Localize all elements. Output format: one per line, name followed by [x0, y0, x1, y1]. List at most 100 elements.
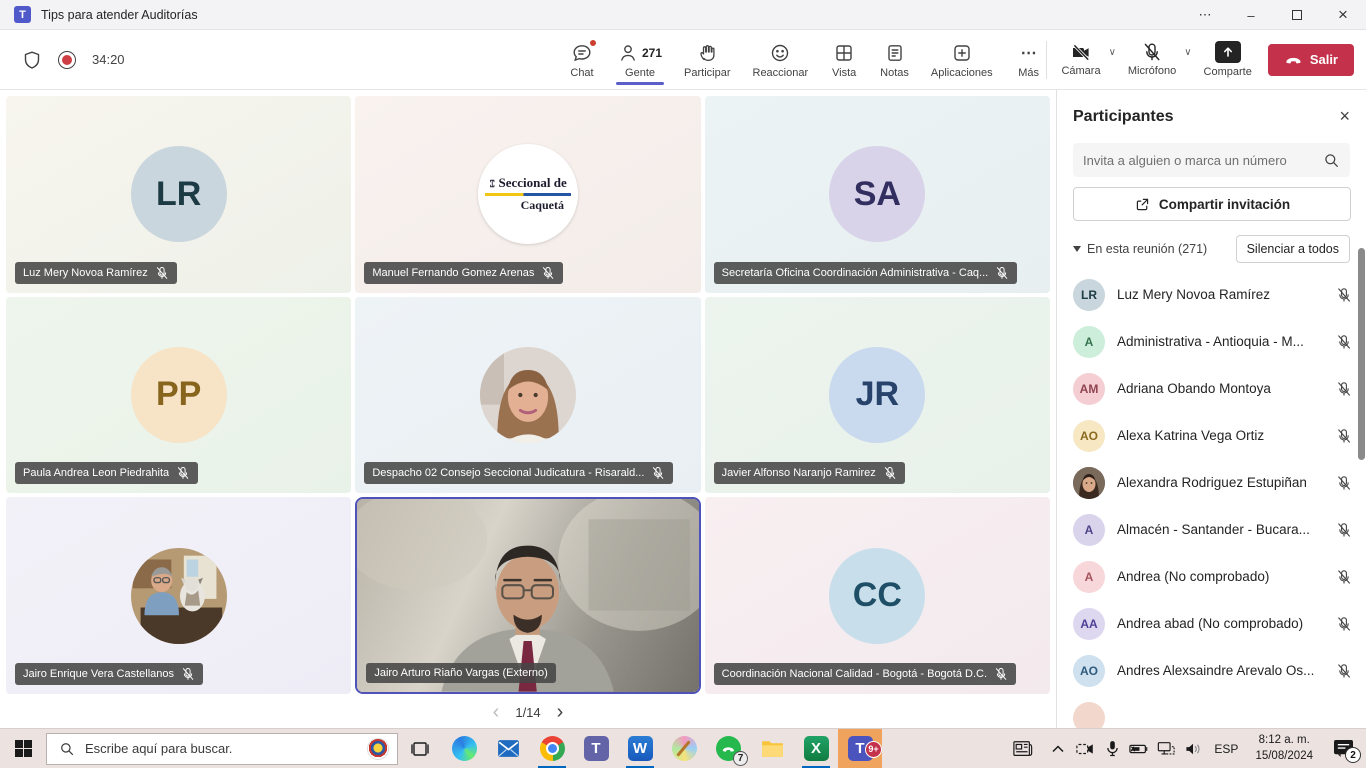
- video-tile[interactable]: Jairo Enrique Vera Castellanos: [6, 497, 351, 694]
- mic-off-icon: [1336, 616, 1352, 632]
- video-tile[interactable]: Despacho 02 Consejo Seccional Judicatura…: [355, 297, 700, 494]
- chat-icon: [572, 43, 592, 63]
- tab-aplicaciones[interactable]: Aplicaciones: [923, 36, 1001, 83]
- taskbar-mail-icon[interactable]: [486, 729, 530, 768]
- participant-row[interactable]: AA Andrea abad (No comprobado): [1057, 600, 1366, 647]
- language-indicator[interactable]: ESP: [1214, 742, 1238, 756]
- taskbar-chrome-icon[interactable]: [530, 729, 574, 768]
- avatar: AA: [1073, 608, 1105, 640]
- taskbar-teams-icon[interactable]: T: [574, 729, 618, 768]
- video-tile[interactable]: SA Secretaría Oficina Coordinación Admin…: [705, 96, 1050, 293]
- tab-mas[interactable]: ⋯ Más: [1007, 36, 1051, 83]
- avatar: PP: [131, 347, 227, 443]
- mic-off-icon: [1336, 381, 1352, 397]
- avatar: A: [1073, 561, 1105, 593]
- people-icon: [618, 43, 638, 63]
- task-view-button[interactable]: [398, 729, 442, 768]
- video-tile[interactable]: PP Paula Andrea Leon Piedrahita: [6, 297, 351, 494]
- mic-button[interactable]: Micrófono: [1126, 40, 1178, 79]
- mute-all-button[interactable]: Silenciar a todos: [1236, 235, 1350, 263]
- participant-name-label: Javier Alfonso Naranjo Ramirez: [722, 467, 876, 479]
- more-options-icon[interactable]: ⋯: [1182, 0, 1228, 30]
- taskbar-whatsapp-icon[interactable]: 7: [706, 729, 750, 768]
- camera-button[interactable]: Cámara: [1059, 40, 1102, 79]
- mic-off-icon: [1336, 522, 1352, 538]
- tab-reaccionar[interactable]: Reaccionar: [745, 36, 817, 83]
- taskbar-paint-icon[interactable]: [662, 729, 706, 768]
- tray-chevron-up-icon[interactable]: [1048, 745, 1068, 753]
- participant-row[interactable]: A Andrea (No comprobado): [1057, 553, 1366, 600]
- participant-row[interactable]: AM Adriana Obando Montoya: [1057, 365, 1366, 412]
- network-icon[interactable]: [1156, 741, 1176, 756]
- teams-app-icon: T: [14, 6, 31, 23]
- participant-row[interactable]: [1057, 694, 1366, 728]
- participant-name-label: Despacho 02 Consejo Seccional Judicatura…: [372, 467, 644, 479]
- camera-chevron-icon[interactable]: ∨: [1109, 47, 1116, 58]
- security-shield-icon: [22, 50, 42, 70]
- close-button[interactable]: ×: [1320, 0, 1366, 30]
- meeting-toolbar: 34:20 Chat 271 Gente Participar Reaccion…: [0, 30, 1366, 90]
- participant-row[interactable]: A Almacén - Santander - Bucara...: [1057, 506, 1366, 553]
- video-tile[interactable]: JR Javier Alfonso Naranjo Ramirez: [705, 297, 1050, 494]
- active-speaker-tile[interactable]: Jairo Arturo Riaño Vargas (Externo): [355, 497, 700, 694]
- grid-pagination: ‹ 1/14 ›: [0, 696, 1056, 728]
- notification-center-icon[interactable]: 2: [1326, 739, 1360, 758]
- participant-name-label: Luz Mery Novoa Ramírez: [23, 267, 148, 279]
- panel-title: Participantes: [1073, 108, 1173, 126]
- mic-off-icon: [1336, 334, 1352, 350]
- panel-close-icon[interactable]: ×: [1339, 106, 1350, 127]
- video-tile[interactable]: CC Coordinación Nacional Calidad - Bogot…: [705, 497, 1050, 694]
- share-invitation-button[interactable]: Compartir invitación: [1073, 187, 1351, 221]
- tab-notas[interactable]: Notas: [872, 36, 917, 83]
- invite-search-input[interactable]: [1083, 153, 1323, 168]
- speaker-icon[interactable]: [1183, 742, 1203, 756]
- participant-row[interactable]: AO Alexa Katrina Vega Ortiz: [1057, 412, 1366, 459]
- next-page-icon[interactable]: ›: [557, 702, 564, 722]
- tray-mic-icon[interactable]: [1102, 740, 1122, 757]
- participant-row[interactable]: A Administrativa - Antioquia - M...: [1057, 318, 1366, 365]
- avatar: SA: [829, 146, 925, 242]
- maximize-button[interactable]: [1274, 0, 1320, 30]
- minimize-button[interactable]: –: [1228, 0, 1274, 30]
- mic-off-icon: [1336, 663, 1352, 679]
- taskbar-edge-icon[interactable]: [442, 729, 486, 768]
- prev-page-icon[interactable]: ‹: [493, 702, 500, 722]
- leave-button[interactable]: Salir: [1268, 44, 1354, 76]
- video-tile[interactable]: ⑄ Seccional de Caquetá Manuel Fernando G…: [355, 96, 700, 293]
- video-grid: LR Luz Mery Novoa Ramírez ⑄ Seccional de…: [0, 90, 1056, 696]
- meet-now-camera-icon[interactable]: [1075, 742, 1095, 756]
- panel-scrollbar[interactable]: [1358, 248, 1365, 460]
- whatsapp-badge: 7: [733, 751, 748, 766]
- mic-off-icon: [651, 466, 665, 480]
- mic-off-icon: [1336, 475, 1352, 491]
- mic-chevron-icon[interactable]: ∨: [1184, 47, 1191, 58]
- taskbar-teams-active-icon[interactable]: T 9+: [838, 729, 882, 768]
- battery-icon[interactable]: [1129, 743, 1149, 755]
- participant-name-label: Coordinación Nacional Calidad - Bogotá -…: [722, 668, 987, 680]
- title-bar: T Tips para atender Auditorías ⋯ – ×: [0, 0, 1366, 30]
- video-tile[interactable]: LR Luz Mery Novoa Ramírez: [6, 96, 351, 293]
- invite-search-box[interactable]: [1073, 143, 1350, 177]
- taskbar-excel-icon[interactable]: X: [794, 729, 838, 768]
- start-button[interactable]: [0, 729, 46, 768]
- avatar: A: [1073, 326, 1105, 358]
- tab-participar[interactable]: Participar: [676, 36, 738, 83]
- share-button[interactable]: Comparte: [1202, 39, 1254, 80]
- recording-icon: [58, 51, 76, 69]
- participant-row[interactable]: AO Andres Alexsaindre Arevalo Os...: [1057, 647, 1366, 694]
- clock[interactable]: 8:12 a. m. 15/08/2024: [1255, 733, 1313, 764]
- tab-chat[interactable]: Chat: [560, 36, 604, 83]
- logo-underline: [485, 193, 571, 196]
- windows-taskbar: Escribe aquí para buscar. T W 7 X T 9+: [0, 728, 1366, 768]
- tab-vista[interactable]: Vista: [822, 36, 866, 83]
- participant-row[interactable]: Alexandra Rodriguez Estupiñan: [1057, 459, 1366, 506]
- news-widget-icon[interactable]: [1013, 740, 1033, 758]
- window-title: Tips para atender Auditorías: [41, 8, 198, 22]
- taskbar-word-icon[interactable]: W: [618, 729, 662, 768]
- taskbar-search[interactable]: Escribe aquí para buscar.: [46, 733, 398, 765]
- tab-gente[interactable]: 271 Gente: [610, 36, 670, 83]
- participant-row[interactable]: LR Luz Mery Novoa Ramírez: [1057, 271, 1366, 318]
- share-up-arrow-icon: [1215, 41, 1241, 63]
- taskbar-explorer-icon[interactable]: [750, 729, 794, 768]
- section-in-meeting[interactable]: En esta reunión (271): [1073, 242, 1207, 256]
